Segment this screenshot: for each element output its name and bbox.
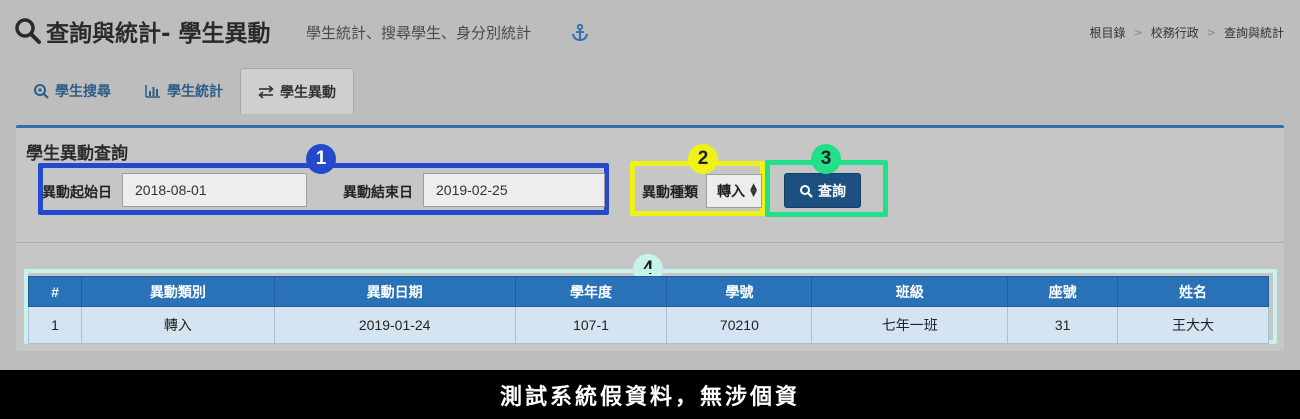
start-date-label: 異動起始日 (42, 185, 112, 201)
step-badge-2: 2 (688, 144, 718, 174)
breadcrumb-separator: > (1206, 26, 1216, 39)
anchor-icon[interactable] (570, 23, 590, 43)
change-type-value: 轉入 (717, 184, 745, 200)
change-type-select[interactable]: 轉入 ▲ ▼ (706, 174, 762, 208)
search-button-label: 查詢 (818, 183, 846, 200)
change-type-label: 異動種類 (642, 185, 698, 201)
breadcrumb-item-current: 查詢與統計 (1223, 26, 1284, 40)
step-badge-1: 1 (306, 144, 336, 174)
end-date-input[interactable]: 2019-02-25 (423, 173, 605, 207)
column-header[interactable]: 學年度 (514, 276, 668, 307)
search-button[interactable]: 查詢 (784, 173, 861, 208)
breadcrumb-separator: > (1133, 26, 1143, 39)
step-badge-3: 3 (811, 144, 841, 174)
column-header[interactable]: 學號 (666, 276, 813, 307)
column-header[interactable]: 班級 (811, 276, 1009, 307)
tab-label: 學生統計 (167, 84, 223, 100)
page-title: 查詢與統計- 學生異動 (46, 21, 271, 47)
tab-label: 學生搜尋 (55, 84, 111, 100)
tab-student-stats[interactable]: 學生統計 (128, 68, 240, 114)
table-cell: 七年一班 (811, 306, 1009, 344)
column-header[interactable]: 座號 (1007, 276, 1119, 307)
column-header[interactable]: 異動類別 (80, 276, 275, 307)
panel-divider (16, 242, 1284, 243)
search-plus-icon (34, 84, 49, 99)
panel-title: 學生異動查詢 (26, 144, 128, 164)
table-cell: 轉入 (80, 306, 275, 344)
table-cell: 1 (28, 306, 82, 344)
tab-student-changes[interactable]: 學生異動 (240, 68, 354, 114)
sort-arrows-icon: ▲ ▼ (750, 182, 757, 199)
column-header[interactable]: # (28, 276, 82, 307)
table-cell: 2019-01-24 (273, 306, 516, 344)
search-icon (800, 184, 813, 198)
table-cell: 31 (1007, 306, 1119, 344)
exchange-icon (258, 84, 274, 99)
end-date-label: 異動結束日 (343, 185, 413, 201)
column-header[interactable]: 姓名 (1117, 276, 1269, 307)
breadcrumb: 根目錄 > 校務行政 > 查詢與統計 (1090, 24, 1284, 41)
results-table: # 異動類別 異動日期 學年度 學號 班級 座號 姓名 1 轉入 2019-01… (28, 276, 1269, 344)
breadcrumb-item-admin[interactable]: 校務行政 (1151, 24, 1199, 41)
tab-student-search[interactable]: 學生搜尋 (16, 68, 128, 114)
footer-banner: 測試系統假資料，無涉個資 (0, 370, 1300, 419)
search-icon (15, 18, 41, 44)
page-subtitle: 學生統計、搜尋學生、身分別統計 (306, 24, 532, 42)
table-cell: 70210 (666, 306, 813, 344)
bar-chart-icon (145, 85, 160, 98)
breadcrumb-item-root[interactable]: 根目錄 (1090, 24, 1126, 41)
table-cell: 107-1 (514, 306, 668, 344)
table-header-row: # 異動類別 異動日期 學年度 學號 班級 座號 姓名 (28, 276, 1269, 307)
tab-bar: 學生搜尋 學生統計 學生異動 (16, 68, 354, 114)
table-row[interactable]: 1 轉入 2019-01-24 107-1 70210 七年一班 31 王大大 (28, 306, 1269, 344)
start-date-input[interactable]: 2018-08-01 (122, 173, 307, 207)
page-header: 查詢與統計- 學生異動 學生統計、搜尋學生、身分別統計 根目錄 > 校務行政 >… (0, 0, 1300, 66)
tab-label: 學生異動 (280, 84, 336, 101)
table-cell: 王大大 (1117, 306, 1269, 344)
column-header[interactable]: 異動日期 (273, 276, 516, 307)
